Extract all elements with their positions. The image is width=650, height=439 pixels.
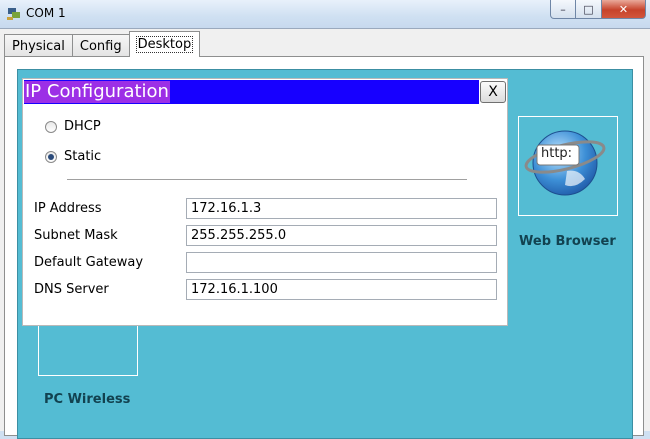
dhcp-label: DHCP bbox=[64, 119, 101, 134]
window-title: COM 1 bbox=[26, 6, 66, 20]
default-gateway-label: Default Gateway bbox=[34, 255, 144, 270]
window-controls: – □ ✕ bbox=[550, 0, 646, 19]
ip-address-input[interactable] bbox=[186, 198, 497, 219]
dns-server-input[interactable] bbox=[186, 279, 497, 300]
tab-desktop[interactable]: Desktop bbox=[128, 31, 201, 57]
tab-label: Config bbox=[79, 38, 122, 54]
tab-config[interactable]: Config bbox=[71, 34, 130, 57]
web-browser-label: Web Browser bbox=[519, 234, 616, 249]
tab-bar: Physical Config Desktop bbox=[4, 31, 201, 57]
web-browser-app[interactable]: http: bbox=[518, 116, 618, 216]
tab-label: Physical bbox=[12, 38, 65, 54]
ip-config-close-button[interactable]: X bbox=[480, 81, 506, 103]
ip-config-title: IP Configuration bbox=[24, 81, 170, 103]
maximize-button[interactable]: □ bbox=[576, 0, 602, 19]
pc-wireless-label: PC Wireless bbox=[44, 392, 131, 407]
title-bar: COM 1 – □ ✕ bbox=[0, 0, 650, 28]
tab-physical[interactable]: Physical bbox=[4, 34, 73, 57]
dns-server-label: DNS Server bbox=[34, 282, 109, 297]
subnet-mask-input[interactable] bbox=[186, 225, 497, 246]
static-option[interactable]: Static bbox=[45, 149, 101, 164]
separator bbox=[67, 179, 467, 180]
tab-label: Desktop bbox=[135, 36, 194, 53]
close-button[interactable]: ✕ bbox=[602, 0, 646, 19]
minimize-button[interactable]: – bbox=[550, 0, 576, 19]
static-label: Static bbox=[64, 149, 102, 164]
app-icon bbox=[7, 8, 20, 20]
ip-configuration-window: IP Configuration X DHCP Static IP Addres… bbox=[22, 78, 508, 326]
dhcp-option[interactable]: DHCP bbox=[45, 119, 101, 134]
web-browser-icon-label: http: bbox=[541, 146, 573, 161]
static-radio[interactable] bbox=[45, 150, 57, 163]
ip-config-title-bar: IP Configuration bbox=[24, 80, 479, 104]
dhcp-radio[interactable] bbox=[45, 120, 57, 133]
subnet-mask-label: Subnet Mask bbox=[34, 228, 118, 243]
default-gateway-input[interactable] bbox=[186, 252, 497, 273]
web-browser-icon bbox=[524, 130, 606, 196]
ip-address-label: IP Address bbox=[34, 201, 102, 216]
